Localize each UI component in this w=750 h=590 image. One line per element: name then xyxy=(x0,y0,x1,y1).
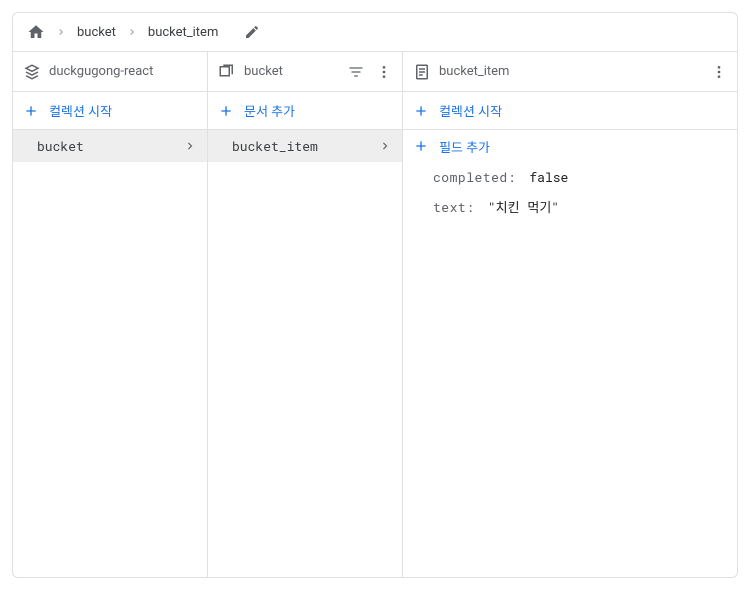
collection-item-label: bucket xyxy=(37,137,183,155)
chevron-right-icon xyxy=(183,139,197,153)
document-column: bucket_item 컬렉션 시작 필드 추가 completed: fal xyxy=(403,52,737,577)
breadcrumb: bucket bucket_item xyxy=(13,13,737,52)
plus-icon xyxy=(413,138,429,154)
field-row[interactable]: completed: false xyxy=(403,162,737,192)
chevron-right-icon xyxy=(55,26,67,38)
plus-icon xyxy=(23,103,39,119)
breadcrumb-seg-document[interactable]: bucket_item xyxy=(148,25,218,40)
field-value: "치킨 먹기" xyxy=(488,198,559,216)
collection-name: bucket xyxy=(244,64,340,79)
collection-item[interactable]: bucket xyxy=(13,130,207,162)
document-icon xyxy=(413,63,431,81)
document-column-header: bucket_item xyxy=(403,52,737,92)
start-collection-label: 컬렉션 시작 xyxy=(49,101,112,120)
document-item[interactable]: bucket_item xyxy=(208,130,402,162)
project-name: duckgugong-react xyxy=(49,64,197,79)
collection-column-header: bucket xyxy=(208,52,402,92)
field-value: false xyxy=(529,168,568,186)
document-item-label: bucket_item xyxy=(232,137,378,155)
add-document-label: 문서 추가 xyxy=(244,101,295,120)
chevron-right-icon xyxy=(126,26,138,38)
plus-icon xyxy=(218,103,234,119)
start-subcollection-label: 컬렉션 시작 xyxy=(439,101,502,120)
collection-column: bucket 문서 추가 bucket_item xyxy=(208,52,403,577)
more-icon[interactable] xyxy=(711,64,727,80)
document-name: bucket_item xyxy=(439,64,703,79)
field-row[interactable]: text: "치킨 먹기" xyxy=(403,192,737,222)
columns: duckgugong-react 컬렉션 시작 bucket xyxy=(13,52,737,577)
start-subcollection-button[interactable]: 컬렉션 시작 xyxy=(403,92,737,130)
project-column: duckgugong-react 컬렉션 시작 bucket xyxy=(13,52,208,577)
add-field-label: 필드 추가 xyxy=(439,137,490,156)
filter-icon[interactable] xyxy=(348,64,364,80)
chevron-right-icon xyxy=(378,139,392,153)
collection-icon xyxy=(218,63,236,81)
start-collection-button[interactable]: 컬렉션 시작 xyxy=(13,92,207,130)
edit-icon[interactable] xyxy=(244,24,260,40)
database-explorer: bucket bucket_item duckgugong-react 컬렉션 … xyxy=(12,12,738,578)
field-key: completed xyxy=(433,168,508,186)
firestore-icon xyxy=(23,63,41,81)
breadcrumb-seg-collection[interactable]: bucket xyxy=(77,25,116,40)
project-column-header: duckgugong-react xyxy=(13,52,207,92)
more-icon[interactable] xyxy=(376,64,392,80)
field-key: text xyxy=(433,198,466,216)
add-document-button[interactable]: 문서 추가 xyxy=(208,92,402,130)
home-icon[interactable] xyxy=(27,23,45,41)
plus-icon xyxy=(413,103,429,119)
add-field-button[interactable]: 필드 추가 xyxy=(403,130,737,162)
